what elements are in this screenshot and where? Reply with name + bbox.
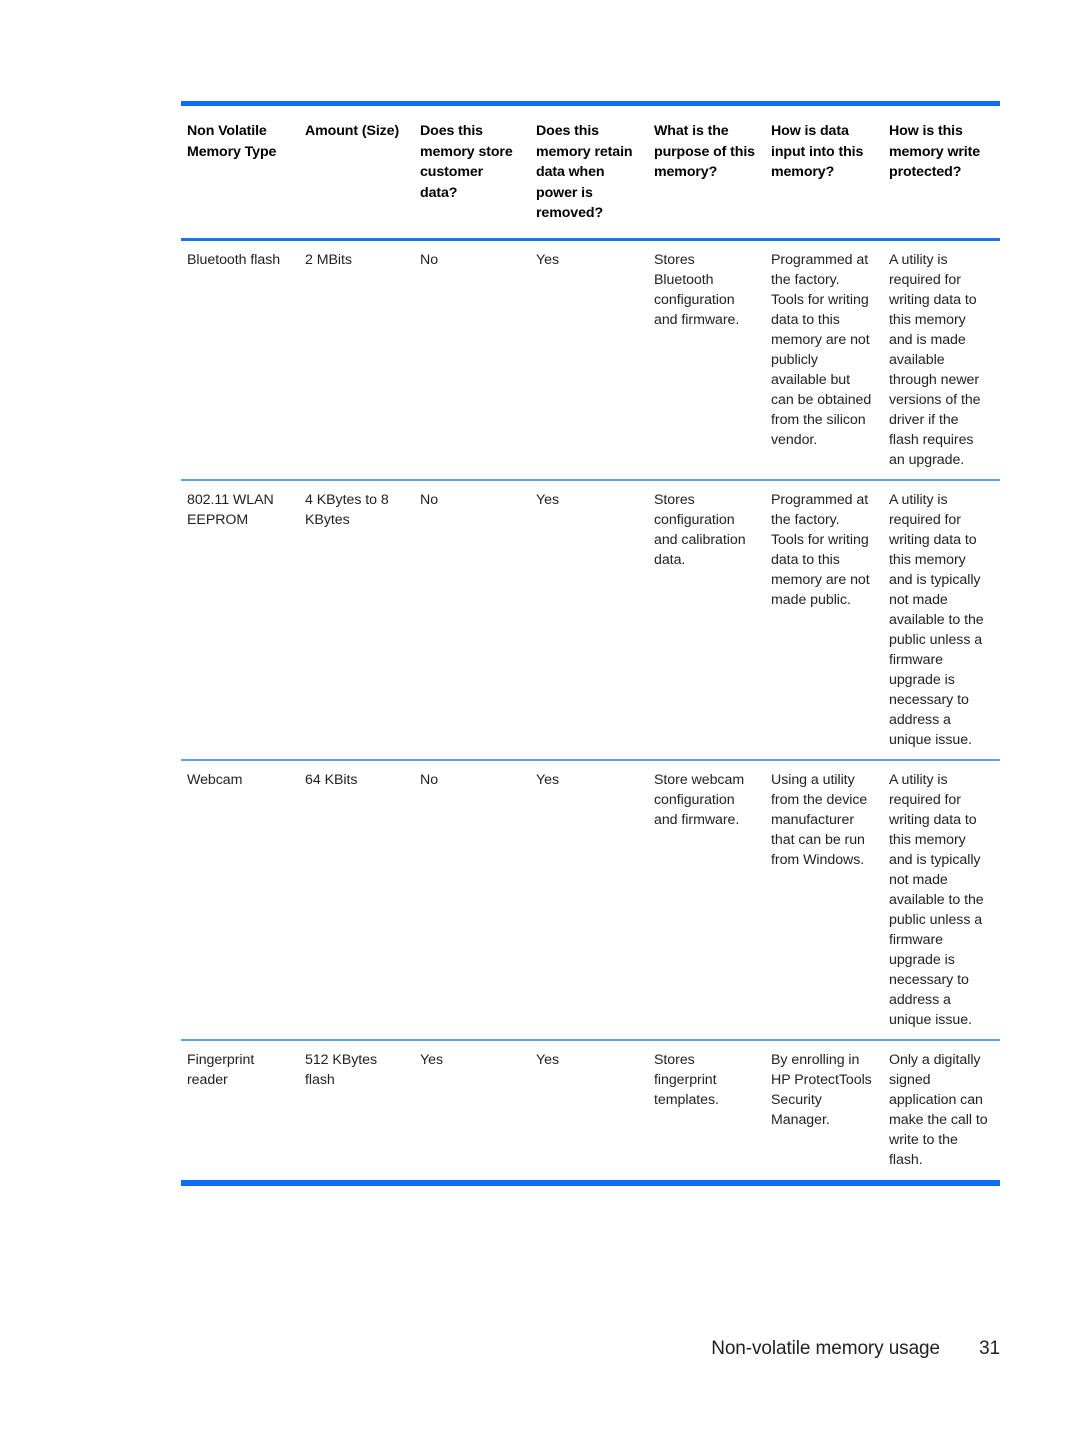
cell-purpose: Stores fingerprint templates. [648,1039,765,1186]
cell-value: Programmed at the factory. Tools for wri… [771,251,872,448]
cell-write-protected: A utility is required for writing data t… [883,479,1000,761]
cell-purpose: Stores configuration and calibration dat… [648,479,765,761]
cell-data-input: By enrolling in HP ProtectTools Security… [765,1039,883,1186]
cell-write-protected: A utility is required for writing data t… [883,239,1000,481]
cell-value: No [420,251,439,268]
cell-value: Store webcam configuration and firmware. [654,771,745,828]
column-header-write-protected: How is this memory write protected? [883,101,1000,241]
column-header-purpose: What is the purpose of this memory? [648,101,765,241]
cell-value: Stores configuration and calibration dat… [654,491,746,568]
cell-value: 4 KBytes to 8 KBytes [305,491,389,528]
cell-write-protected: A utility is required for writing data t… [883,759,1000,1041]
cell-value: Bluetooth flash [187,251,281,268]
table-row: Fingerprint reader 512 KBytes flash Yes … [181,1039,1000,1186]
cell-purpose: Store webcam configuration and firmware. [648,759,765,1041]
table-header-row: Non Volatile Memory Type Amount (Size) D… [181,101,1000,241]
cell-retains-data: Yes [530,239,648,481]
cell-value: No [420,491,439,508]
cell-value: Webcam [187,771,243,788]
cell-memory-type: Webcam [181,759,299,1041]
cell-amount-size: 64 KBits [299,759,414,1041]
cell-stores-customer-data: No [414,239,530,481]
cell-data-input: Programmed at the factory. Tools for wri… [765,479,883,761]
cell-value: No [420,771,439,788]
document-page: Non Volatile Memory Type Amount (Size) D… [0,0,1080,1437]
cell-stores-customer-data: No [414,759,530,1041]
cell-value: Programmed at the factory. Tools for wri… [771,491,870,608]
cell-value: 802.11 WLAN EEPROM [187,491,274,528]
cell-amount-size: 4 KBytes to 8 KBytes [299,479,414,761]
cell-retains-data: Yes [530,1039,648,1186]
cell-value: Stores fingerprint templates. [654,1051,719,1108]
page-footer: Non-volatile memory usage 31 [181,1338,1000,1368]
cell-value: Yes [420,1051,443,1068]
column-header-memory-type: Non Volatile Memory Type [181,101,299,241]
cell-value: Yes [536,1051,559,1068]
cell-value: Yes [536,771,559,788]
non-volatile-memory-table: Non Volatile Memory Type Amount (Size) D… [181,101,1000,1186]
cell-value: By enrolling in HP ProtectTools Security… [771,1051,872,1128]
cell-memory-type: Fingerprint reader [181,1039,299,1186]
table-row: Webcam 64 KBits No Yes Store webcam conf… [181,759,1000,1041]
cell-value: 2 MBits [305,251,352,268]
cell-retains-data: Yes [530,479,648,761]
column-header-data-input: How is data input into this memory? [765,101,883,241]
non-volatile-memory-table-container: Non Volatile Memory Type Amount (Size) D… [181,101,1000,1186]
table-body: Bluetooth flash 2 MBits No Yes Stores Bl… [181,239,1000,1186]
cell-memory-type: 802.11 WLAN EEPROM [181,479,299,761]
cell-write-protected: Only a digitally signed application can … [883,1039,1000,1186]
column-header-stores-customer-data: Does this memory store customer data? [414,101,530,241]
table-row: 802.11 WLAN EEPROM 4 KBytes to 8 KBytes … [181,479,1000,761]
cell-value: Fingerprint reader [187,1051,255,1088]
cell-amount-size: 512 KBytes flash [299,1039,414,1186]
cell-value: Yes [536,251,559,268]
cell-value: Stores Bluetooth configuration and firmw… [654,251,740,328]
cell-data-input: Using a utility from the device manufact… [765,759,883,1041]
cell-value: Only a digitally signed application can … [889,1051,988,1168]
cell-value: A utility is required for writing data t… [889,491,984,748]
cell-retains-data: Yes [530,759,648,1041]
cell-value: Using a utility from the device manufact… [771,771,868,868]
cell-value: Yes [536,491,559,508]
table-header: Non Volatile Memory Type Amount (Size) D… [181,101,1000,241]
cell-value: A utility is required for writing data t… [889,251,981,468]
column-header-amount-size: Amount (Size) [299,101,414,241]
cell-memory-type: Bluetooth flash [181,239,299,481]
cell-stores-customer-data: No [414,479,530,761]
column-header-retains-data: Does this memory retain data when power … [530,101,648,241]
cell-data-input: Programmed at the factory. Tools for wri… [765,239,883,481]
footer-section-title: Non-volatile memory usage [711,1338,940,1359]
cell-purpose: Stores Bluetooth configuration and firmw… [648,239,765,481]
cell-value: 512 KBytes flash [305,1051,378,1088]
cell-value: 64 KBits [305,771,358,788]
footer-page-number: 31 [979,1338,1000,1359]
cell-amount-size: 2 MBits [299,239,414,481]
cell-stores-customer-data: Yes [414,1039,530,1186]
cell-value: A utility is required for writing data t… [889,771,984,1028]
table-row: Bluetooth flash 2 MBits No Yes Stores Bl… [181,239,1000,481]
